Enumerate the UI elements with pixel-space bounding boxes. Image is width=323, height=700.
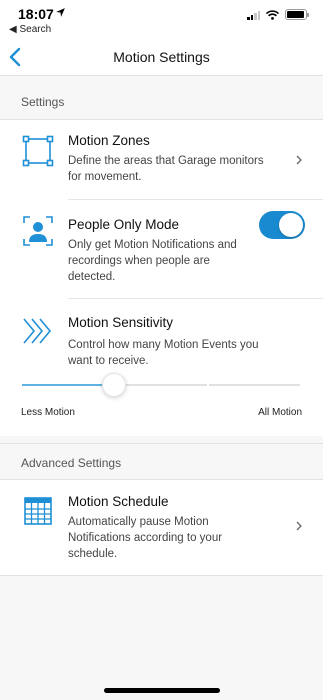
section-header-label: Settings [21,95,65,109]
motion-sensitivity-description: Control how many Motion Events you want … [68,339,259,367]
motion-zones-description: Define the areas that Garage monitors fo… [68,155,264,183]
section-header-settings: Settings [0,83,323,120]
slider-max-label: All Motion [258,407,302,418]
motion-schedule-description: Automatically pause Motion Notifications… [68,516,223,560]
wifi-icon [266,9,279,20]
people-only-description: Only get Motion Notifications and record… [68,239,237,283]
sensitivity-slider-track[interactable] [22,383,300,387]
sensitivity-slider-fill [22,384,114,386]
sensitivity-slider-thumb[interactable] [101,373,126,397]
signal-icon [247,10,260,20]
chevron-right-icon [296,521,302,531]
section-header-label: Advanced Settings [21,456,122,470]
status-bar: 18:07 ◀ Search [0,0,323,38]
advanced-settings-list: Motion Schedule Automatically pause Moti… [0,480,323,576]
toggle-knob [279,213,303,237]
status-icons [247,9,309,20]
status-time: 18:07 [18,6,54,22]
calendar-icon [24,497,52,525]
settings-list: Motion Zones Define the areas that Garag… [0,120,323,436]
motion-zones-icon [22,135,54,167]
person-frame-icon [23,216,53,246]
motion-sensitivity-row: Motion Sensitivity Control how many Moti… [0,299,323,436]
motion-sensitivity-title: Motion Sensitivity [68,315,174,330]
section-header-advanced: Advanced Settings [0,443,323,480]
chevrons-right-icon [23,318,52,344]
people-only-title: People Only Mode [68,217,180,232]
slider-tick [207,383,209,387]
location-arrow-icon [56,8,65,17]
people-only-toggle[interactable] [259,211,305,239]
back-to-app-link[interactable]: ◀ Search [9,24,51,35]
nav-bar: Motion Settings [0,38,323,76]
page-title: Motion Settings [113,49,210,65]
motion-schedule-title: Motion Schedule [68,494,169,509]
chevron-right-icon [296,155,302,165]
slider-min-label: Less Motion [21,407,75,418]
battery-icon [285,9,309,20]
people-only-row: People Only Mode Only get Motion Notific… [0,200,323,298]
motion-zones-row[interactable]: Motion Zones Define the areas that Garag… [0,120,323,200]
home-indicator [104,688,220,693]
battery-level [287,11,304,18]
motion-schedule-row[interactable]: Motion Schedule Automatically pause Moti… [0,480,323,576]
motion-zones-title: Motion Zones [68,133,150,148]
